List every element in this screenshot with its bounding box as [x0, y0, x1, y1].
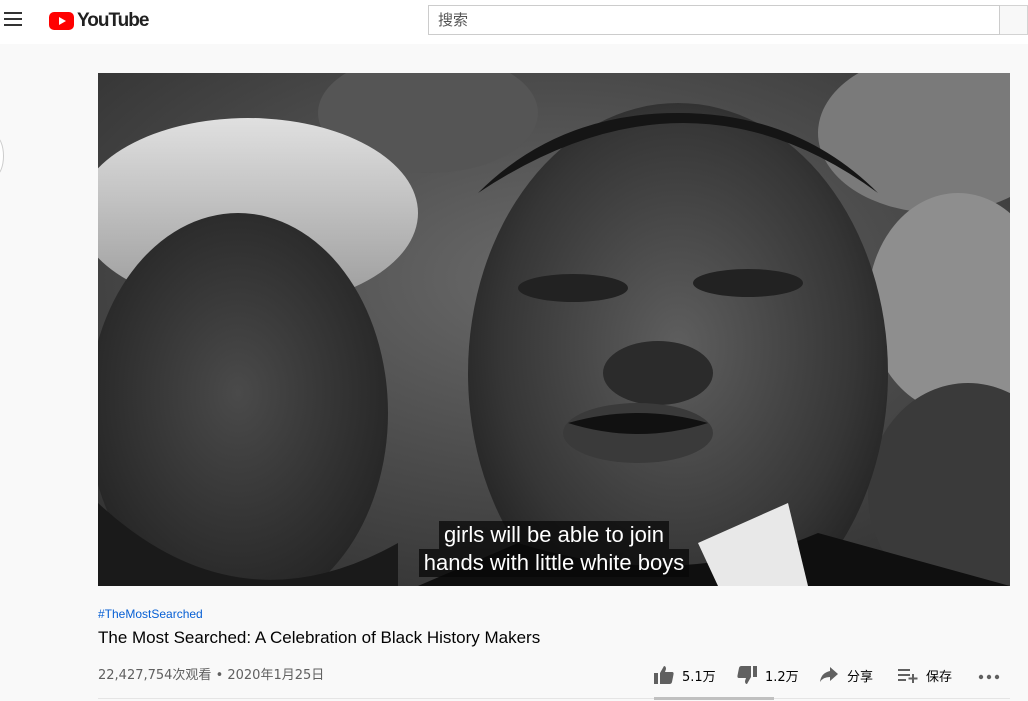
playlist-add-icon	[898, 669, 918, 683]
search-box	[428, 5, 1000, 35]
guide-edge	[0, 136, 4, 176]
masthead: YouTube	[0, 0, 1028, 44]
sentiment-bar	[654, 697, 774, 700]
dislike-button[interactable]: 1.2万	[737, 664, 799, 686]
save-button[interactable]: 保存	[898, 664, 952, 686]
menu-icon[interactable]	[4, 12, 22, 28]
more-icon	[978, 674, 1000, 680]
caption-line: hands with little white boys	[418, 549, 690, 577]
search-button[interactable]	[1000, 5, 1028, 35]
like-count: 5.1万	[682, 669, 716, 685]
video-frame	[98, 73, 1010, 586]
dislike-count: 1.2万	[765, 669, 799, 685]
share-button[interactable]: 分享	[819, 664, 873, 686]
caption-overlay: girls will be able to join hands with li…	[98, 521, 1010, 577]
save-label: 保存	[926, 669, 953, 685]
video-title: The Most Searched: A Celebration of Blac…	[98, 628, 541, 647]
divider	[98, 698, 1010, 699]
thumb-down-icon	[737, 666, 757, 684]
video-player[interactable]: girls will be able to join hands with li…	[98, 73, 1010, 586]
hashtag-link[interactable]: #TheMostSearched	[98, 607, 203, 621]
share-label: 分享	[847, 669, 874, 685]
youtube-logo[interactable]: YouTube	[49, 10, 149, 32]
search-input[interactable]	[429, 7, 999, 33]
thumb-up-icon	[654, 666, 674, 684]
caption-line: girls will be able to join	[438, 521, 670, 549]
more-actions-button[interactable]	[978, 666, 1008, 688]
youtube-logo-icon	[49, 12, 74, 30]
brand-name: YouTube	[77, 10, 149, 31]
view-count-date: 22,427,754次观看 • 2020年1月25日	[98, 668, 325, 683]
like-button[interactable]: 5.1万	[654, 664, 716, 686]
share-arrow-icon	[820, 667, 838, 682]
